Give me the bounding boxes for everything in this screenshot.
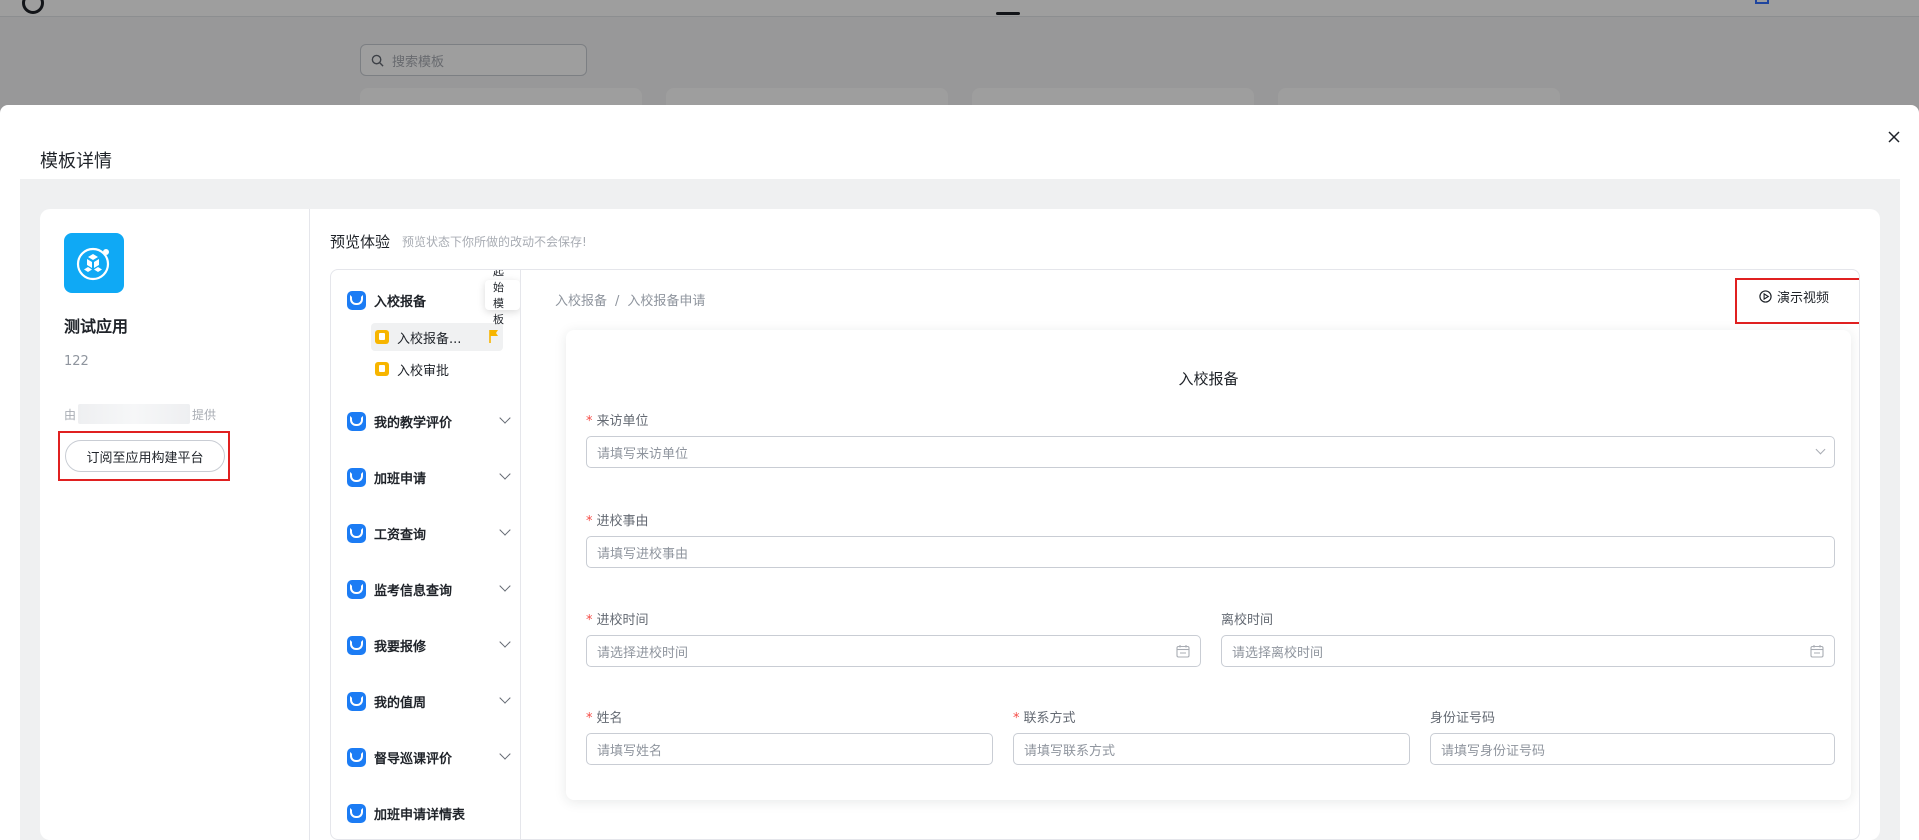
breadcrumb: 入校报备 / 入校报备申请 xyxy=(555,290,705,309)
flag-icon xyxy=(489,330,498,343)
field-label-visit-unit: * 来访单位 xyxy=(586,414,649,429)
close-icon[interactable] xyxy=(1884,127,1904,147)
chevron-down-icon xyxy=(499,412,511,424)
field-label-leave-time: 离校时间 xyxy=(1221,613,1274,628)
preview-label: 预览体验 xyxy=(330,233,391,251)
tree-group-repair[interactable]: 我要报修 xyxy=(347,633,513,657)
tree-group-label: 加班申请详情表 xyxy=(374,807,466,823)
required-mark: * xyxy=(586,414,593,429)
tree-group-invigilation[interactable]: 监考信息查询 xyxy=(347,577,513,601)
required-mark: * xyxy=(586,711,593,726)
form-icon xyxy=(375,330,389,344)
breadcrumb-item: 入校报备申请 xyxy=(627,294,706,309)
tree-group-supervision[interactable]: 督导巡课评价 xyxy=(347,745,513,769)
app-description: 122 xyxy=(64,354,89,369)
chevron-down-icon xyxy=(499,580,511,592)
field-label-contact: * 联系方式 xyxy=(1013,711,1076,726)
group-icon xyxy=(347,635,366,655)
form-title: 入校报备 xyxy=(1178,370,1239,388)
tree-group-salary[interactable]: 工资查询 xyxy=(347,521,513,545)
required-mark: * xyxy=(586,613,593,628)
chevron-down-icon xyxy=(1815,444,1826,455)
input-placeholder: 请填写姓名 xyxy=(597,743,663,759)
visit-unit-select[interactable]: 请填写来访单位 xyxy=(586,436,1835,468)
field-label-name: * 姓名 xyxy=(586,711,623,726)
tree-group-label: 监考信息查询 xyxy=(374,583,453,599)
highlight-box xyxy=(58,431,230,481)
start-template-tooltip: 起始模板 xyxy=(485,270,520,326)
id-number-input[interactable]: 请填写身份证号码 xyxy=(1430,733,1835,765)
tree-group-label: 加班申请 xyxy=(374,471,427,487)
input-placeholder: 请选择进校时间 xyxy=(597,645,689,661)
tree-group-teaching-evaluation[interactable]: 我的教学评价 xyxy=(347,409,513,433)
provider-prefix: 由 xyxy=(64,407,77,422)
modal-body: 测试应用 122 由 提供 订阅至应用构建平台 预览体验 预览状态下你所做的改动… xyxy=(20,179,1900,840)
form-card: 入校报备 * 来访单位 请填写来访单位 * 进校事由 请填写进校事由 * 进校时间 请… xyxy=(566,330,1851,800)
breadcrumb-separator: / xyxy=(615,294,620,309)
required-mark: * xyxy=(1013,711,1020,726)
enter-time-picker[interactable]: 请选择进校时间 xyxy=(586,635,1201,667)
tree-item-label: 入校报备... xyxy=(397,331,462,347)
leave-time-picker[interactable]: 请选择离校时间 xyxy=(1221,635,1835,667)
input-placeholder: 请选择离校时间 xyxy=(1232,645,1324,661)
group-icon xyxy=(347,691,366,711)
contact-input[interactable]: 请填写联系方式 xyxy=(1013,733,1410,765)
name-input[interactable]: 请填写姓名 xyxy=(586,733,993,765)
calendar-icon xyxy=(1810,645,1824,658)
app-name: 测试应用 xyxy=(64,317,129,336)
app-info-column: 测试应用 122 由 提供 订阅至应用构建平台 xyxy=(40,209,310,840)
template-detail-modal: 模板详情 测试应用 122 由 提供 订阅至应用构建平台 预览体验 预览状态下你… xyxy=(0,105,1919,840)
form-icon xyxy=(375,362,389,376)
chevron-down-icon xyxy=(499,468,511,480)
field-label-reason: * 进校事由 xyxy=(586,514,649,529)
input-placeholder: 请填写联系方式 xyxy=(1024,743,1116,759)
group-icon xyxy=(347,467,366,487)
modal-title: 模板详情 xyxy=(40,151,112,172)
breadcrumb-item[interactable]: 入校报备 xyxy=(555,294,607,309)
tree-group-label: 工资查询 xyxy=(374,527,427,543)
group-icon xyxy=(347,523,366,543)
chevron-down-icon xyxy=(499,692,511,704)
tree-group-label: 入校报备 xyxy=(374,294,427,310)
reason-input[interactable]: 请填写进校事由 xyxy=(586,536,1835,568)
provider-suffix: 提供 xyxy=(192,407,217,422)
input-placeholder: 请填写进校事由 xyxy=(597,546,689,562)
field-label-id-number: 身份证号码 xyxy=(1430,711,1496,726)
chevron-down-icon xyxy=(499,524,511,536)
tree-group-weekly-duty[interactable]: 我的值周 xyxy=(347,689,513,713)
field-label-enter-time: * 进校时间 xyxy=(586,613,649,628)
app-icon xyxy=(64,233,124,293)
required-mark: * xyxy=(586,514,593,529)
tree-group-overtime-detail[interactable]: 加班申请详情表 xyxy=(347,801,513,825)
tree-group-label: 我的值周 xyxy=(374,695,427,711)
preview-hint: 预览状态下你所做的改动不会保存! xyxy=(402,235,587,249)
group-icon xyxy=(347,290,366,310)
highlight-box xyxy=(1735,278,1859,324)
app-nav-tree: 入校报备 起始模板 入校报备... 入校审批 我的教学评价 加班申请 工资查询 … xyxy=(331,270,521,839)
detail-panel: 测试应用 122 由 提供 订阅至应用构建平台 预览体验 预览状态下你所做的改动… xyxy=(40,209,1880,840)
chevron-down-icon xyxy=(499,636,511,648)
tree-group-label: 我的教学评价 xyxy=(374,415,453,431)
input-placeholder: 请填写来访单位 xyxy=(597,446,689,462)
group-icon xyxy=(347,411,366,431)
preview-frame: 入校报备 起始模板 入校报备... 入校审批 我的教学评价 加班申请 工资查询 … xyxy=(330,269,1860,840)
group-icon xyxy=(347,803,366,823)
chevron-down-icon xyxy=(499,748,511,760)
cubes-icon xyxy=(76,247,110,281)
tree-group-label: 督导巡课评价 xyxy=(374,751,453,767)
tree-item-entry-approve[interactable]: 入校审批 xyxy=(371,355,503,383)
tree-group-label: 我要报修 xyxy=(374,639,427,655)
group-icon xyxy=(347,747,366,767)
calendar-icon xyxy=(1176,645,1190,658)
input-placeholder: 请填写身份证号码 xyxy=(1441,743,1546,759)
group-icon xyxy=(347,579,366,599)
provider-name-redacted xyxy=(78,404,191,424)
tree-item-entry-apply[interactable]: 入校报备... xyxy=(371,323,503,351)
tree-group-overtime[interactable]: 加班申请 xyxy=(347,465,513,489)
tree-item-label: 入校审批 xyxy=(397,363,450,379)
provider-line: 由 提供 xyxy=(64,404,216,424)
